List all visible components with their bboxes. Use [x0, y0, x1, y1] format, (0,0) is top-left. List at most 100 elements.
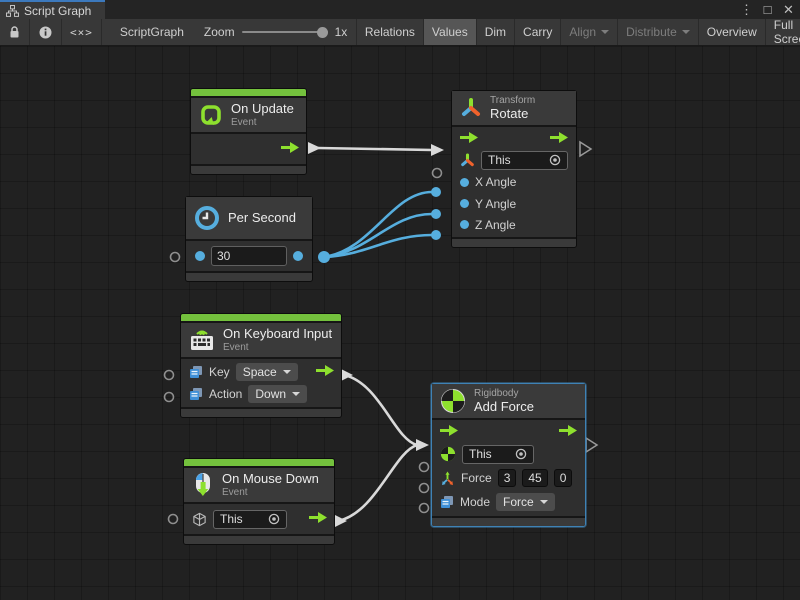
tab-script-graph[interactable]: Script Graph [0, 0, 105, 19]
wire-persecond-to-xangle [324, 192, 432, 257]
node-title: Per Second [228, 211, 296, 226]
object-picker-icon[interactable] [515, 448, 527, 460]
align-dropdown[interactable]: Align [561, 19, 618, 45]
field-value: 45 [528, 471, 541, 485]
wire-persecond-to-yangle [324, 214, 432, 257]
graph-canvas[interactable]: On Update Event Transform Rotate [0, 46, 800, 600]
info-button[interactable] [30, 19, 62, 45]
force-z-field[interactable]: 0 [554, 469, 573, 487]
target-value: This [488, 153, 511, 167]
object-picker-icon[interactable] [549, 154, 561, 166]
clock-icon [194, 205, 220, 231]
xangle-input-socket[interactable] [431, 187, 441, 197]
maximize-icon[interactable]: □ [760, 0, 775, 19]
value-port-icon [460, 178, 469, 187]
port-row-x-angle[interactable]: X Angle [452, 172, 576, 193]
node-footer [452, 239, 576, 247]
zoom-label: Zoom [204, 25, 235, 39]
lock-icon [9, 26, 20, 39]
control-input-port[interactable] [460, 130, 478, 148]
addforce-target-socket[interactable] [420, 463, 429, 472]
per-second-value-field[interactable]: 30 [211, 246, 287, 266]
tab-strip: Script Graph ⋮ □ ✕ [0, 0, 800, 19]
chevron-down-icon [540, 500, 548, 504]
node-category: Rigidbody [474, 388, 534, 400]
node-footer [186, 273, 312, 281]
rotate-target-socket[interactable] [433, 169, 442, 178]
force-y-field[interactable]: 45 [522, 469, 547, 487]
node-add-force[interactable]: Rigidbody Add Force [431, 383, 586, 527]
control-output-port[interactable] [550, 130, 568, 148]
rotate-target-field[interactable]: This [481, 151, 568, 170]
tab-title: Script Graph [24, 4, 91, 18]
control-output-port[interactable] [559, 423, 577, 441]
cube-icon [192, 512, 207, 527]
addforce-force-socket[interactable] [420, 484, 429, 493]
addforce-exit-socket[interactable] [586, 438, 597, 452]
control-input-port[interactable] [440, 423, 458, 441]
window-menu-icon[interactable]: ⋮ [739, 0, 754, 19]
key-value: Space [243, 365, 277, 379]
object-picker-icon[interactable] [268, 513, 280, 525]
node-header: Transform Rotate [452, 91, 576, 125]
node-per-second[interactable]: Per Second 30 [185, 196, 313, 282]
edit-graph-button[interactable]: <×> [62, 19, 102, 45]
target-value: This [220, 512, 243, 526]
keyboard-key-socket[interactable] [165, 371, 174, 380]
port-label: Z Angle [475, 218, 516, 232]
rigidbody-icon [440, 388, 466, 414]
relations-toggle[interactable]: Relations [357, 19, 424, 45]
zoom-slider[interactable] [242, 26, 328, 38]
carry-toggle[interactable]: Carry [515, 19, 561, 45]
graph-hierarchy-icon [6, 5, 19, 17]
dim-toggle[interactable]: Dim [477, 19, 515, 45]
transform-icon [460, 97, 482, 119]
lock-button[interactable] [0, 19, 30, 45]
zoom-slider-knob[interactable] [317, 27, 328, 38]
persecond-input-socket[interactable] [171, 253, 180, 262]
wire-start-triangle [308, 142, 321, 154]
control-output-port[interactable] [281, 140, 299, 158]
fullscreen-button[interactable]: Full Screen [766, 19, 800, 45]
action-dropdown[interactable]: Down [248, 385, 307, 403]
mode-dropdown[interactable]: Force [496, 493, 555, 511]
keyboard-action-row: Action Down [181, 383, 341, 405]
node-subtitle: Event [222, 487, 319, 499]
node-on-keyboard-input[interactable]: On Keyboard Input Event Key Space [180, 313, 342, 418]
target-value: This [469, 447, 492, 461]
mouse-target-socket[interactable] [169, 515, 178, 524]
node-rotate[interactable]: Transform Rotate [451, 90, 577, 248]
wire-arrowhead [431, 144, 444, 156]
mouse-down-icon [192, 472, 214, 498]
zangle-input-socket[interactable] [431, 230, 441, 240]
addforce-mode-socket[interactable] [420, 504, 429, 513]
vector3-icon [440, 471, 455, 486]
rotate-exit-socket[interactable] [580, 142, 591, 156]
graph-info-zone: ScriptGraph Zoom 1x [102, 19, 357, 45]
yangle-input-socket[interactable] [431, 209, 441, 219]
node-header: On Update Event [191, 98, 306, 132]
port-row-y-angle[interactable]: Y Angle [452, 193, 576, 214]
values-toggle[interactable]: Values [424, 19, 477, 45]
control-output-port[interactable] [316, 363, 334, 381]
addforce-target-field[interactable]: This [462, 445, 534, 464]
key-dropdown[interactable]: Space [236, 363, 298, 381]
value-output-port[interactable] [293, 251, 303, 261]
persecond-output-socket[interactable] [318, 251, 330, 263]
node-on-update[interactable]: On Update Event [190, 88, 307, 175]
node-header: On Keyboard Input Event [181, 323, 341, 357]
node-title: On Update [231, 102, 294, 117]
force-x-field[interactable]: 3 [498, 469, 517, 487]
distribute-dropdown[interactable]: Distribute [618, 19, 699, 45]
node-on-mouse-down[interactable]: On Mouse Down Event This [183, 458, 335, 545]
mouse-target-field[interactable]: This [213, 510, 287, 529]
window-controls: ⋮ □ ✕ [739, 0, 796, 19]
keyboard-action-socket[interactable] [165, 393, 174, 402]
value-input-port[interactable] [195, 251, 205, 261]
mode-label: Mode [460, 495, 490, 509]
control-output-port[interactable] [309, 510, 327, 528]
close-icon[interactable]: ✕ [781, 0, 796, 19]
code-icon: <×> [70, 26, 93, 39]
port-row-z-angle[interactable]: Z Angle [452, 214, 576, 235]
overview-button[interactable]: Overview [699, 19, 766, 45]
